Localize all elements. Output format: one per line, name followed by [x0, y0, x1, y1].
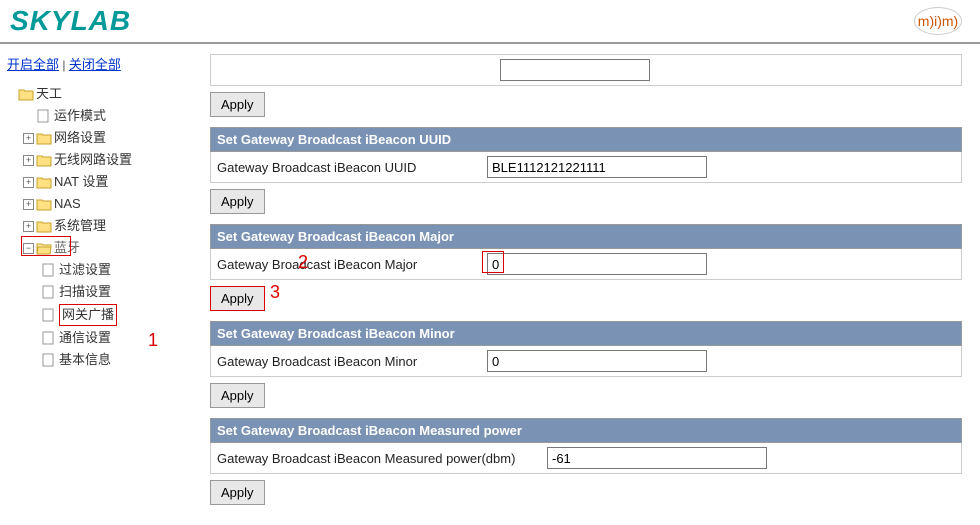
folder-icon: [36, 219, 52, 233]
file-icon: [41, 353, 57, 367]
top-partial-row: [210, 54, 962, 86]
major-label: Gateway Broadcast iBeacon Major: [217, 257, 477, 272]
field-row-major: Gateway Broadcast iBeacon Major: [210, 249, 962, 280]
apply-button[interactable]: Apply: [210, 92, 265, 117]
collapse-icon[interactable]: −: [23, 243, 34, 254]
apply-button[interactable]: Apply: [210, 383, 265, 408]
top-partial-input[interactable]: [500, 59, 650, 81]
power-input[interactable]: [547, 447, 767, 469]
folder-icon: [36, 197, 52, 211]
tree-root[interactable]: 天工: [5, 83, 205, 105]
expand-all-link[interactable]: 开启全部: [7, 57, 59, 72]
section-header-major: Set Gateway Broadcast iBeacon Major: [210, 224, 962, 249]
brand-logo: SKYLAB: [10, 5, 131, 37]
file-icon: [36, 109, 52, 123]
main-content: Apply Set Gateway Broadcast iBeacon UUID…: [210, 44, 970, 525]
minor-input[interactable]: [487, 350, 707, 372]
tree-item-scan[interactable]: 扫描设置: [5, 281, 205, 303]
tree-item-basic[interactable]: 基本信息: [5, 349, 205, 371]
app-header: SKYLAB m)i)m): [0, 0, 980, 44]
tree-item-network[interactable]: + 网络设置: [5, 127, 205, 149]
expand-icon[interactable]: +: [23, 199, 34, 210]
annotation-3: 3: [270, 282, 280, 303]
uuid-input[interactable]: [487, 156, 707, 178]
tree-toggle-links: 开启全部 | 关闭全部: [5, 54, 205, 73]
sidebar: 开启全部 | 关闭全部 天工 运作模式 + 网络设置 +: [0, 44, 210, 525]
tree-item-nas[interactable]: + NAS: [5, 193, 205, 215]
apply-button[interactable]: Apply: [210, 286, 265, 311]
expand-icon[interactable]: +: [23, 155, 34, 166]
tree-item-comm[interactable]: 通信设置: [5, 327, 205, 349]
tree-item-bluetooth[interactable]: − 蓝牙: [5, 237, 205, 259]
vendor-logo: m)i)m): [914, 7, 962, 35]
section-header-minor: Set Gateway Broadcast iBeacon Minor: [210, 321, 962, 346]
apply-button[interactable]: Apply: [210, 480, 265, 505]
nav-tree: 天工 运作模式 + 网络设置 + 无线网路设置 + NAT 设置: [5, 83, 205, 371]
folder-icon: [36, 131, 52, 145]
tree-item-runmode[interactable]: 运作模式: [5, 105, 205, 127]
uuid-label: Gateway Broadcast iBeacon UUID: [217, 160, 477, 175]
field-row-uuid: Gateway Broadcast iBeacon UUID: [210, 152, 962, 183]
folder-icon: [36, 153, 52, 167]
section-header-uuid: Set Gateway Broadcast iBeacon UUID: [210, 127, 962, 152]
field-row-power: Gateway Broadcast iBeacon Measured power…: [210, 443, 962, 474]
expand-icon[interactable]: +: [23, 221, 34, 232]
annotation-2: 2: [298, 252, 308, 273]
field-row-minor: Gateway Broadcast iBeacon Minor: [210, 346, 962, 377]
expand-icon[interactable]: +: [23, 133, 34, 144]
minor-label: Gateway Broadcast iBeacon Minor: [217, 354, 477, 369]
tree-item-filter[interactable]: 过滤设置: [5, 259, 205, 281]
tree-item-wireless[interactable]: + 无线网路设置: [5, 149, 205, 171]
folder-icon: [36, 175, 52, 189]
section-header-power: Set Gateway Broadcast iBeacon Measured p…: [210, 418, 962, 443]
expand-icon[interactable]: +: [23, 177, 34, 188]
file-icon: [41, 308, 57, 322]
folder-icon: [18, 87, 34, 101]
tree-item-nat[interactable]: + NAT 设置: [5, 171, 205, 193]
file-icon: [41, 331, 57, 345]
annotation-1: 1: [148, 330, 158, 351]
tree-item-system[interactable]: + 系统管理: [5, 215, 205, 237]
collapse-all-link[interactable]: 关闭全部: [69, 57, 121, 72]
major-input[interactable]: [487, 253, 707, 275]
tree-item-gateway-broadcast[interactable]: 网关广播: [5, 303, 205, 327]
folder-open-icon: [36, 241, 52, 255]
apply-button[interactable]: Apply: [210, 189, 265, 214]
file-icon: [41, 263, 57, 277]
file-icon: [41, 285, 57, 299]
power-label: Gateway Broadcast iBeacon Measured power…: [217, 451, 537, 466]
